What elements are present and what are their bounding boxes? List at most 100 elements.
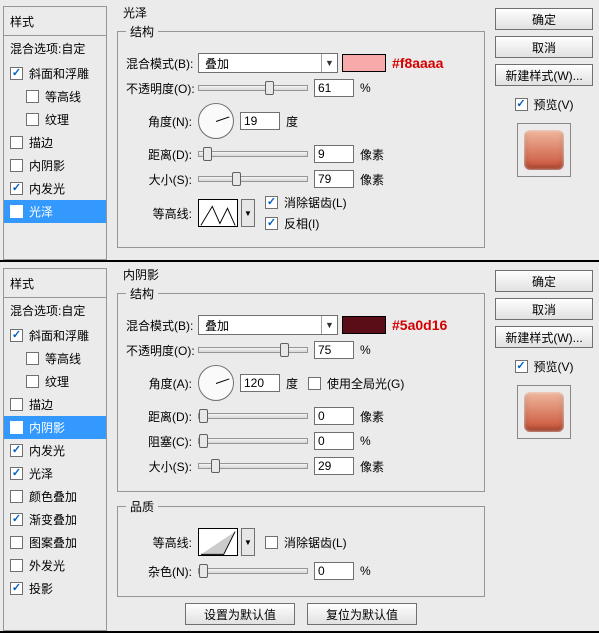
checkbox-icon bbox=[515, 98, 528, 111]
set-default-button[interactable]: 设置为默认值 bbox=[185, 603, 295, 625]
settings-area: 内阴影 结构 混合模式(B): 叠加 ▼ #5a0d16 不透明度(O): 75… bbox=[107, 262, 489, 631]
style-item[interactable]: 投影 bbox=[4, 577, 106, 600]
choke-slider[interactable] bbox=[198, 438, 308, 444]
distance-unit: 像素 bbox=[360, 146, 384, 163]
style-item[interactable]: 纹理 bbox=[4, 108, 106, 131]
style-item-label: 图案叠加 bbox=[29, 534, 77, 551]
ok-button[interactable]: 确定 bbox=[495, 8, 593, 30]
opacity-slider[interactable] bbox=[198, 85, 308, 91]
style-item[interactable]: 内发光 bbox=[4, 439, 106, 462]
cancel-button[interactable]: 取消 bbox=[495, 298, 593, 320]
angle-unit: 度 bbox=[286, 113, 298, 130]
opacity-input[interactable]: 75 bbox=[314, 341, 354, 359]
angle-label: 角度(N): bbox=[126, 113, 198, 130]
style-item[interactable]: 描边 bbox=[4, 393, 106, 416]
blend-mode-label: 混合模式(B): bbox=[126, 317, 198, 334]
contour-picker[interactable] bbox=[198, 199, 238, 227]
angle-input[interactable]: 120 bbox=[240, 374, 280, 392]
opacity-input[interactable]: 61 bbox=[314, 79, 354, 97]
size-slider[interactable] bbox=[198, 176, 308, 182]
quality-legend: 品质 bbox=[126, 498, 158, 515]
angle-input[interactable]: 19 bbox=[240, 112, 280, 130]
noise-slider[interactable] bbox=[198, 568, 308, 574]
preview-label: 预览(V) bbox=[534, 96, 574, 113]
blend-mode-dropdown[interactable]: 叠加 ▼ bbox=[198, 315, 338, 335]
style-item-label: 描边 bbox=[29, 134, 53, 151]
noise-input[interactable]: 0 bbox=[314, 562, 354, 580]
chevron-down-icon: ▼ bbox=[321, 54, 337, 72]
noise-unit: % bbox=[360, 564, 371, 578]
new-style-button[interactable]: 新建样式(W)... bbox=[495, 64, 593, 86]
section-title: 光泽 bbox=[117, 4, 485, 21]
checkbox-icon bbox=[10, 559, 23, 572]
opacity-label: 不透明度(O): bbox=[126, 80, 198, 97]
ok-button[interactable]: 确定 bbox=[495, 270, 593, 292]
structure-group: 结构 混合模式(B): 叠加 ▼ #5a0d16 不透明度(O): 75 % 角… bbox=[117, 285, 485, 492]
style-item[interactable]: 等高线 bbox=[4, 347, 106, 370]
new-style-button[interactable]: 新建样式(W)... bbox=[495, 326, 593, 348]
contour-dropdown[interactable]: ▼ bbox=[241, 528, 255, 556]
style-item[interactable]: 斜面和浮雕 bbox=[4, 62, 106, 85]
distance-input[interactable]: 0 bbox=[314, 407, 354, 425]
structure-legend: 结构 bbox=[126, 23, 158, 40]
checkbox-icon bbox=[265, 196, 278, 209]
opacity-slider[interactable] bbox=[198, 347, 308, 353]
preview-swatch bbox=[517, 123, 571, 177]
choke-input[interactable]: 0 bbox=[314, 432, 354, 450]
blending-options[interactable]: 混合选项:自定 bbox=[4, 35, 106, 62]
style-item[interactable]: 纹理 bbox=[4, 370, 106, 393]
size-input[interactable]: 29 bbox=[314, 457, 354, 475]
blend-mode-value: 叠加 bbox=[205, 317, 229, 334]
checkbox-icon bbox=[26, 352, 39, 365]
antialias-checkbox[interactable]: 消除锯齿(L) bbox=[265, 194, 347, 211]
blend-mode-dropdown[interactable]: 叠加 ▼ bbox=[198, 53, 338, 73]
size-slider[interactable] bbox=[198, 463, 308, 469]
style-item[interactable]: 外发光 bbox=[4, 554, 106, 577]
reset-default-button[interactable]: 复位为默认值 bbox=[307, 603, 417, 625]
cancel-button[interactable]: 取消 bbox=[495, 36, 593, 58]
angle-dial[interactable] bbox=[198, 365, 234, 401]
structure-group: 结构 混合模式(B): 叠加 ▼ #f8aaaa 不透明度(O): 61 % 角… bbox=[117, 23, 485, 248]
distance-slider[interactable] bbox=[198, 151, 308, 157]
invert-checkbox[interactable]: 反相(I) bbox=[265, 215, 347, 232]
distance-input[interactable]: 9 bbox=[314, 145, 354, 163]
style-item[interactable]: 描边 bbox=[4, 131, 106, 154]
global-light-checkbox[interactable]: 使用全局光(G) bbox=[308, 375, 404, 392]
structure-legend: 结构 bbox=[126, 285, 158, 302]
style-item-label: 纹理 bbox=[45, 373, 69, 390]
checkbox-icon bbox=[10, 582, 23, 595]
checkbox-icon bbox=[10, 398, 23, 411]
style-item-label: 等高线 bbox=[45, 88, 81, 105]
style-item[interactable]: 内发光 bbox=[4, 177, 106, 200]
color-swatch[interactable] bbox=[342, 316, 386, 334]
quality-group: 品质 等高线: ▼ 消除锯齿(L) 杂色(N): 0 % bbox=[117, 498, 485, 597]
style-item-label: 内阴影 bbox=[29, 157, 65, 174]
preview-checkbox[interactable]: 预览(V) bbox=[515, 358, 574, 375]
color-annotation: #f8aaaa bbox=[392, 55, 443, 71]
opacity-unit: % bbox=[360, 343, 371, 357]
contour-dropdown[interactable]: ▼ bbox=[241, 199, 255, 227]
style-item[interactable]: 光泽 bbox=[4, 200, 106, 223]
antialias-label: 消除锯齿(L) bbox=[284, 194, 347, 211]
styles-heading: 样式 bbox=[4, 10, 106, 35]
style-item[interactable]: 颜色叠加 bbox=[4, 485, 106, 508]
angle-dial[interactable]: .dial::after{transform:rotate(-19deg);} bbox=[198, 103, 234, 139]
style-item[interactable]: 内阴影 bbox=[4, 416, 106, 439]
size-input[interactable]: 79 bbox=[314, 170, 354, 188]
style-item[interactable]: 内阴影 bbox=[4, 154, 106, 177]
style-item[interactable]: 光泽 bbox=[4, 462, 106, 485]
style-item[interactable]: 斜面和浮雕 bbox=[4, 324, 106, 347]
blending-options[interactable]: 混合选项:自定 bbox=[4, 297, 106, 324]
antialias-checkbox[interactable]: 消除锯齿(L) bbox=[265, 534, 347, 551]
style-item[interactable]: 渐变叠加 bbox=[4, 508, 106, 531]
checkbox-icon bbox=[515, 360, 528, 373]
distance-slider[interactable] bbox=[198, 413, 308, 419]
style-item[interactable]: 图案叠加 bbox=[4, 531, 106, 554]
contour-picker[interactable] bbox=[198, 528, 238, 556]
style-item[interactable]: 等高线 bbox=[4, 85, 106, 108]
section-title: 内阴影 bbox=[117, 266, 485, 283]
style-item-label: 光泽 bbox=[29, 203, 53, 220]
preview-checkbox[interactable]: 预览(V) bbox=[515, 96, 574, 113]
color-swatch[interactable] bbox=[342, 54, 386, 72]
noise-label: 杂色(N): bbox=[126, 563, 198, 580]
